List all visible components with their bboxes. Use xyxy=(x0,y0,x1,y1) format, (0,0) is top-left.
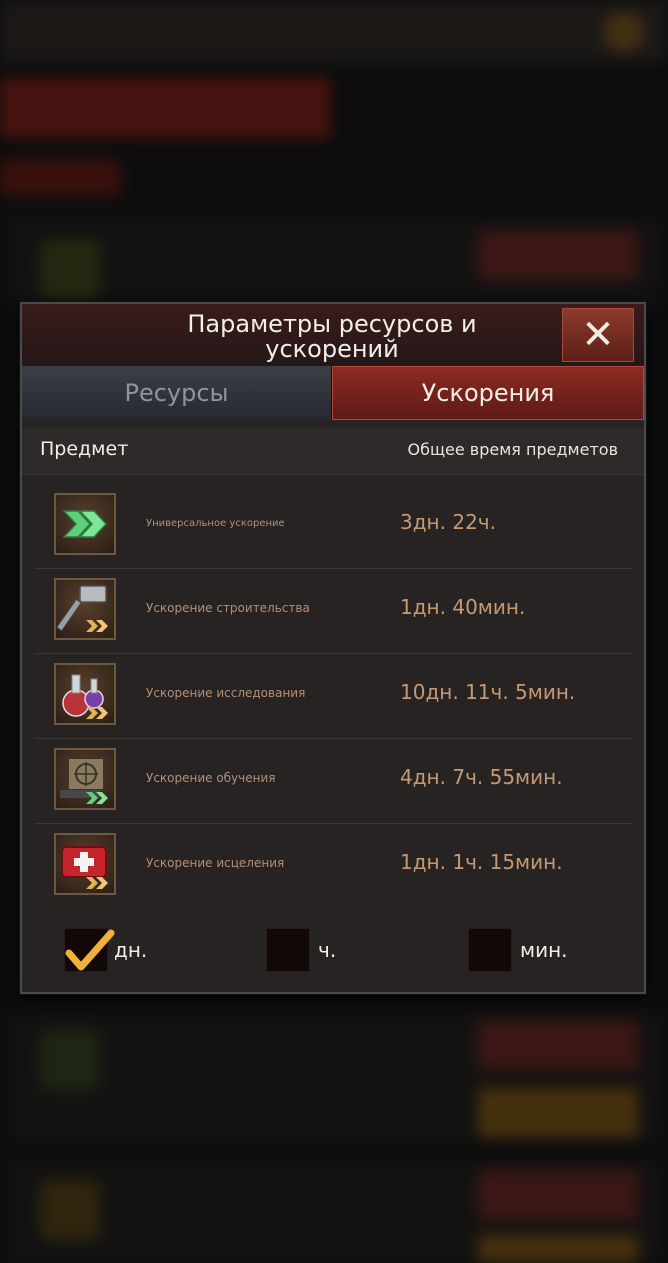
item-name: Ускорение обучения xyxy=(146,771,276,785)
flask-icon xyxy=(54,663,116,725)
hammer-icon xyxy=(54,578,116,640)
item-time: 10дн. 11ч. 5мин. xyxy=(400,680,576,704)
item-time: 1дн. 1ч. 15мин. xyxy=(400,850,563,874)
checkmark-icon xyxy=(65,929,115,971)
green-chevrons-icon xyxy=(54,493,116,555)
close-icon: ✕ xyxy=(581,312,615,358)
item-time: 4дн. 7ч. 55мин. xyxy=(400,765,563,789)
medkit-icon xyxy=(54,833,116,895)
item-name: Ускорение исследования xyxy=(146,686,306,700)
days-label: дн. xyxy=(114,938,148,962)
speedup-list: Универсальное ускорение 3дн. 22ч. Ускоре… xyxy=(34,484,632,908)
list-item: Ускорение исследования 10дн. 11ч. 5мин. xyxy=(34,654,632,739)
minutes-checkbox[interactable] xyxy=(468,928,512,972)
dialog-titlebar: Параметры ресурсов и ускорений ✕ xyxy=(22,304,644,367)
list-item: Универсальное ускорение 3дн. 22ч. xyxy=(34,484,632,569)
target-board-icon xyxy=(54,748,116,810)
list-item: Ускорение обучения 4дн. 7ч. 55мин. xyxy=(34,739,632,824)
hours-checkbox[interactable] xyxy=(266,928,310,972)
unit-checkboxes: дн. ч. мин. xyxy=(22,926,644,976)
table-header: Предмет Общее время предметов xyxy=(22,428,644,475)
item-name: Ускорение строительства xyxy=(146,601,310,615)
header-item-label: Предмет xyxy=(40,438,129,460)
resources-speedups-dialog: Параметры ресурсов и ускорений ✕ Ресурсы… xyxy=(20,302,646,994)
header-total-time-label: Общее время предметов xyxy=(407,440,619,459)
item-time: 3дн. 22ч. xyxy=(400,510,496,534)
tab-bar: Ресурсы Ускорения xyxy=(22,366,644,420)
tab-speedups[interactable]: Ускорения xyxy=(332,366,644,420)
item-time: 1дн. 40мин. xyxy=(400,595,526,619)
dialog-title: Параметры ресурсов и ускорений xyxy=(187,310,477,363)
days-checkbox[interactable] xyxy=(64,928,115,972)
tab-resources[interactable]: Ресурсы xyxy=(22,366,332,420)
item-name: Ускорение исцеления xyxy=(146,856,285,870)
close-button[interactable]: ✕ xyxy=(562,308,634,362)
list-item: Ускорение исцеления 1дн. 1ч. 15мин. xyxy=(34,824,632,908)
minutes-label: мин. xyxy=(520,938,568,962)
hours-label: ч. xyxy=(318,938,337,962)
list-item: Ускорение строительства 1дн. 40мин. xyxy=(34,569,632,654)
item-name: Универсальное ускорение xyxy=(146,518,285,529)
